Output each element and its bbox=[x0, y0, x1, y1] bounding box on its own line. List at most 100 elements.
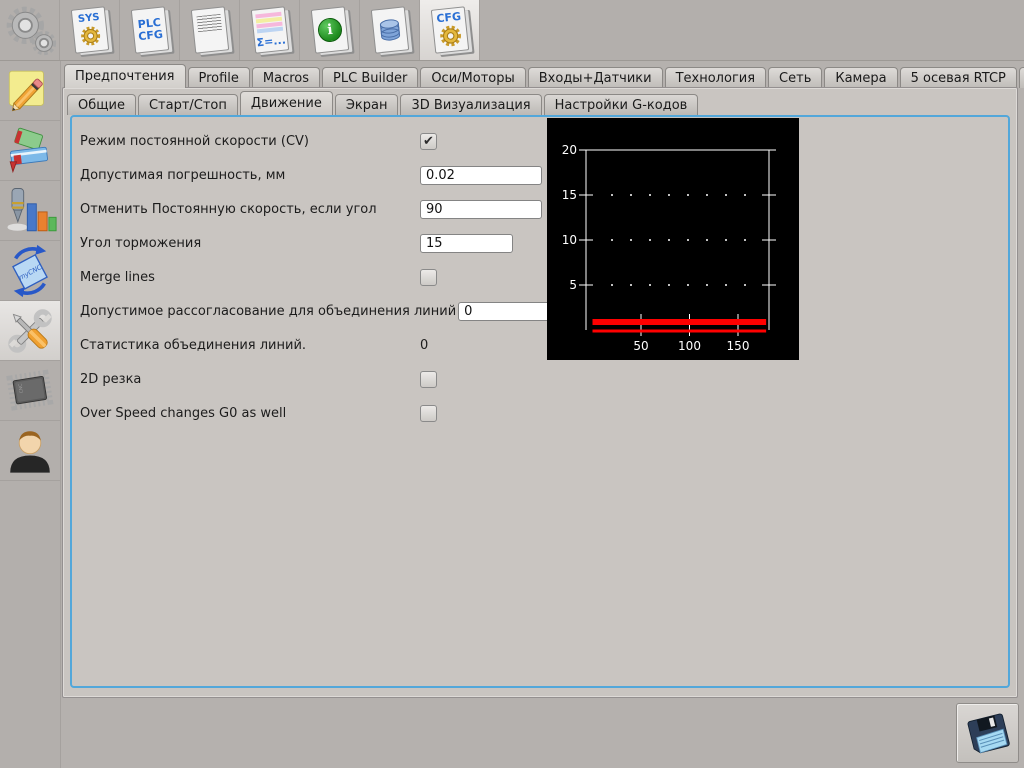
sys-config-button[interactable]: SYS bbox=[60, 0, 120, 60]
field-label: Допустимое рассогласование для объединен… bbox=[80, 303, 457, 319]
documentation-button[interactable] bbox=[0, 121, 60, 181]
form-row: Допустимая погрешность, мм bbox=[80, 158, 551, 192]
tolerance-input[interactable] bbox=[420, 165, 542, 185]
variables-document-button[interactable]: Σ=... bbox=[240, 0, 300, 60]
sub-tab-bar: Общие Старт/Стоп Движение Экран 3D Визуа… bbox=[67, 90, 700, 115]
colored-stripes bbox=[254, 11, 283, 33]
brake-angle-input[interactable] bbox=[420, 233, 513, 253]
configuration-tools-button[interactable] bbox=[0, 301, 60, 361]
system-settings-button[interactable] bbox=[0, 0, 60, 60]
cv-cancel-angle-input[interactable] bbox=[420, 199, 542, 219]
tab-profile[interactable]: Profile bbox=[187, 67, 250, 88]
cfg-document-icon: CFG bbox=[430, 6, 469, 54]
sum-label: Σ=... bbox=[255, 32, 286, 49]
field-label: Угол торможения bbox=[80, 235, 202, 251]
svg-text:5: 5 bbox=[569, 278, 577, 292]
svg-text:100: 100 bbox=[678, 339, 701, 353]
cv-mode-checkbox[interactable] bbox=[420, 132, 437, 150]
svg-text:150: 150 bbox=[727, 339, 750, 353]
field-label: Over Speed changes G0 as well bbox=[80, 405, 287, 421]
tool-statistics-button[interactable] bbox=[0, 181, 60, 241]
log-document-button[interactable] bbox=[180, 0, 240, 60]
edit-note-button[interactable] bbox=[0, 61, 60, 121]
info-document-button[interactable]: i bbox=[300, 0, 360, 60]
gear-icon bbox=[80, 25, 100, 45]
chip-icon: CNC bbox=[6, 368, 54, 411]
svg-text:50: 50 bbox=[633, 339, 648, 353]
tab-inputs-sensors[interactable]: Входы+Датчики bbox=[527, 67, 663, 88]
database-icon bbox=[379, 19, 400, 41]
info-icon: i bbox=[316, 16, 343, 44]
floppy-disk-icon bbox=[967, 713, 1010, 754]
subtab-motion[interactable]: Движение bbox=[239, 91, 333, 115]
motion-settings-panel: Режим постоянной скорости (CV) Допустима… bbox=[70, 115, 1010, 688]
tab-5axis-rtcp[interactable]: 5 осевая RTCP bbox=[899, 67, 1017, 88]
overspeed-g0-checkbox[interactable] bbox=[420, 404, 437, 422]
subtab-gcode-settings[interactable]: Настройки G-кодов bbox=[543, 94, 699, 115]
speed-profile-plot: 5 10 15 20 50 100 150 bbox=[562, 143, 776, 353]
tools-icon bbox=[8, 308, 52, 353]
tab-network[interactable]: Сеть bbox=[768, 67, 823, 88]
rotate-arrows-icon: myCNC bbox=[12, 244, 48, 297]
plc-config-button[interactable]: PLC CFG bbox=[120, 0, 180, 60]
svg-text:15: 15 bbox=[562, 188, 577, 202]
tab-technology[interactable]: Технология bbox=[664, 67, 767, 88]
bookmark bbox=[9, 160, 18, 173]
sum-document-icon: Σ=... bbox=[250, 6, 289, 54]
sync-update-button[interactable]: myCNC bbox=[0, 241, 60, 301]
tab-preferences[interactable]: Предпочтения bbox=[64, 64, 186, 88]
form-row: Отменить Постоянную скорость, если угол bbox=[80, 192, 551, 226]
preferences-pane: Общие Старт/Стоп Движение Экран 3D Визуа… bbox=[62, 87, 1018, 698]
user-icon bbox=[10, 430, 50, 473]
main-tab-bar: Предпочтения Profile Macros PLC Builder … bbox=[64, 64, 1024, 88]
database-document-icon bbox=[370, 6, 409, 54]
sys-document-icon: SYS bbox=[70, 6, 109, 54]
field-label: Допустимая погрешность, мм bbox=[80, 167, 286, 183]
subtab-3d-visualization[interactable]: 3D Визуализация bbox=[400, 94, 542, 115]
field-label: Отменить Постоянную скорость, если угол bbox=[80, 201, 377, 217]
merge-lines-checkbox[interactable] bbox=[420, 268, 437, 286]
database-document-button[interactable] bbox=[360, 0, 420, 60]
gear-icon bbox=[439, 25, 461, 46]
cutting-2d-checkbox[interactable] bbox=[420, 370, 437, 388]
speed-profile-chart: 5 10 15 20 50 100 150 bbox=[547, 118, 799, 360]
books-icon bbox=[9, 127, 48, 173]
save-settings-button[interactable] bbox=[956, 703, 1019, 763]
drill-chart-icon bbox=[7, 187, 57, 231]
svg-text:10: 10 bbox=[562, 233, 577, 247]
hardware-button[interactable]: CNC bbox=[0, 361, 60, 421]
plc-document-icon: PLC CFG bbox=[130, 6, 169, 54]
field-label: Merge lines bbox=[80, 269, 155, 285]
tab-axes-motors[interactable]: Оси/Моторы bbox=[420, 67, 526, 88]
note-pencil-icon bbox=[8, 70, 44, 111]
user-profile-button[interactable] bbox=[0, 421, 60, 481]
form-row: Угол торможения bbox=[80, 226, 551, 260]
svg-text:20: 20 bbox=[562, 143, 577, 157]
plc-label: PLC CFG bbox=[136, 15, 163, 44]
subtab-general[interactable]: Общие bbox=[67, 94, 136, 115]
text-document-icon bbox=[190, 6, 229, 54]
tab-plc-builder[interactable]: PLC Builder bbox=[322, 67, 419, 88]
info-document-icon: i bbox=[310, 6, 349, 54]
form-row: Over Speed changes G0 as well bbox=[80, 396, 551, 430]
gears-icon bbox=[6, 6, 56, 56]
form-row: 2D резка bbox=[80, 362, 551, 396]
form-row: Режим постоянной скорости (CV) bbox=[80, 124, 551, 158]
merge-stats-value: 0 bbox=[420, 337, 429, 353]
tab-gamepad[interactable]: Геймпад bbox=[1018, 67, 1024, 88]
subtab-start-stop[interactable]: Старт/Стоп bbox=[137, 94, 238, 115]
form-row: Допустимое рассогласование для объединен… bbox=[80, 294, 552, 328]
tab-macros[interactable]: Macros bbox=[251, 67, 321, 88]
left-sidebar: myCNC CNC bbox=[0, 61, 61, 768]
subtab-screen[interactable]: Экран bbox=[334, 94, 399, 115]
form-row: Статистика объединения линий. 0 bbox=[80, 328, 551, 362]
text-lines bbox=[195, 13, 222, 33]
cfg-config-button[interactable]: CFG bbox=[420, 0, 480, 60]
motion-settings-form: Режим постоянной скорости (CV) Допустима… bbox=[80, 124, 552, 430]
tab-camera[interactable]: Камера bbox=[824, 67, 898, 88]
merge-tolerance-input[interactable] bbox=[458, 301, 552, 321]
field-label: Режим постоянной скорости (CV) bbox=[80, 133, 309, 149]
form-row: Merge lines bbox=[80, 260, 551, 294]
field-label: Статистика объединения линий. bbox=[80, 337, 307, 353]
field-label: 2D резка bbox=[80, 371, 142, 387]
